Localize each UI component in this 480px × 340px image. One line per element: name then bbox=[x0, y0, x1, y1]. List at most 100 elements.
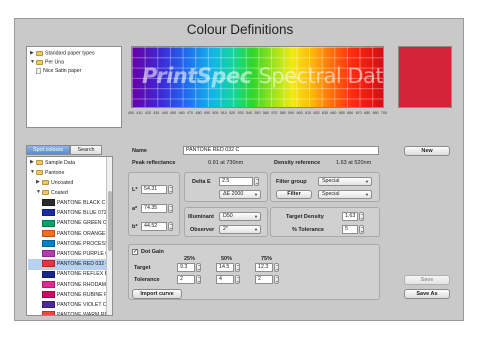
tolerance-75-field[interactable]: 2 bbox=[255, 275, 273, 284]
tolerance-50-stepper[interactable] bbox=[235, 275, 240, 284]
tab-spot-colours[interactable]: Spot colours bbox=[26, 145, 70, 155]
b-star-label: b* bbox=[132, 224, 138, 230]
save-as-button[interactable]: Save As bbox=[404, 289, 450, 299]
wavelength-tick: 560 bbox=[262, 111, 269, 115]
dropdown-arrow-icon: ▼ bbox=[365, 192, 369, 197]
observer-label: Observer bbox=[190, 227, 215, 233]
filter-button[interactable]: Filter bbox=[276, 190, 312, 199]
a-star-field[interactable]: 74.35 bbox=[141, 204, 167, 213]
wavelength-tick: 460 bbox=[178, 111, 185, 115]
target-25-field[interactable]: 9.3 bbox=[177, 263, 195, 272]
folder-icon bbox=[42, 190, 49, 195]
target-75-stepper[interactable] bbox=[274, 263, 279, 272]
wavelength-tick: 420 bbox=[144, 111, 151, 115]
l-star-stepper[interactable] bbox=[168, 185, 173, 194]
window-title: Colour Definitions bbox=[186, 22, 294, 37]
target-density-label: Target Density bbox=[286, 214, 324, 220]
tolerance-75-stepper[interactable] bbox=[274, 275, 279, 284]
dot-gain-checkbox[interactable]: ✓ bbox=[132, 249, 138, 255]
b-star-stepper[interactable] bbox=[168, 222, 173, 231]
colour-label: PANTONE VIOLET C bbox=[57, 302, 107, 308]
folder-icon bbox=[36, 170, 43, 175]
colour-swatch bbox=[42, 260, 55, 268]
target-25-stepper[interactable] bbox=[196, 263, 201, 272]
wavelength-tick: 430 bbox=[153, 111, 160, 115]
target-50-field[interactable]: 14.5 bbox=[216, 263, 234, 272]
wavelength-tick: 580 bbox=[279, 111, 286, 115]
filter-select[interactable]: Special ▼ bbox=[318, 190, 372, 199]
tree-item-standard-paper-types[interactable]: ▶ Standard paper types bbox=[30, 49, 95, 57]
wavelength-tick: 570 bbox=[271, 111, 278, 115]
wavelength-tick: 630 bbox=[321, 111, 328, 115]
peak-reflectance-label: Peak reflectance bbox=[132, 160, 176, 166]
target-density-stepper[interactable] bbox=[359, 212, 364, 221]
colour-label: PANTONE RUBINE RED C bbox=[57, 291, 112, 298]
wavelength-tick: 590 bbox=[288, 111, 295, 115]
tab-search[interactable]: Search bbox=[70, 145, 102, 155]
dropdown-arrow-icon: ▼ bbox=[254, 192, 258, 197]
observer-select[interactable]: 2° ▼ bbox=[219, 225, 261, 234]
percent-tolerance-label: % Tolerance bbox=[292, 227, 324, 233]
wavelength-tick: 530 bbox=[237, 111, 244, 115]
scrollbar-thumb[interactable] bbox=[108, 191, 112, 251]
wavelength-tick: 470 bbox=[187, 111, 194, 115]
new-button[interactable]: New bbox=[404, 146, 450, 156]
dropdown-arrow-icon: ▼ bbox=[254, 214, 258, 219]
list-scrollbar[interactable] bbox=[106, 157, 112, 315]
colour-swatch bbox=[42, 199, 55, 207]
b-star-field[interactable]: 44.52 bbox=[141, 222, 167, 231]
percent-tolerance-field[interactable]: 5 bbox=[342, 225, 358, 234]
tree-item-nice-satin-paper[interactable]: Nice Satin paper bbox=[36, 67, 81, 75]
filter-group-label: Filter group bbox=[276, 179, 307, 185]
colour-swatch bbox=[42, 219, 55, 227]
folder-icon bbox=[36, 59, 43, 65]
target-label: Target bbox=[134, 265, 151, 271]
percent-tolerance-stepper[interactable] bbox=[359, 225, 364, 234]
name-field[interactable]: PANTONE RED 032 C bbox=[183, 146, 379, 155]
delta-e-method-select[interactable]: ΔE 2000 ▼ bbox=[219, 190, 261, 199]
colour-label: PANTONE ORANGE 021 C bbox=[57, 230, 112, 237]
wavelength-tick: 480 bbox=[195, 111, 202, 115]
wavelength-tick: 490 bbox=[203, 111, 210, 115]
save-button[interactable]: Save bbox=[404, 275, 450, 285]
wavelength-tick: 600 bbox=[296, 111, 303, 115]
import-curve-button[interactable]: Import curve bbox=[132, 289, 182, 299]
illuminant-select[interactable]: D50 ▼ bbox=[219, 212, 261, 221]
tree-item-coated[interactable]: ▼ Coated bbox=[28, 187, 106, 198]
colour-library-list[interactable]: ▶ Sample Data ▼ Pantone ▶ Uncoated ▼ Coated … bbox=[26, 156, 113, 316]
target-50-stepper[interactable] bbox=[235, 263, 240, 272]
colour-label: PANTONE RHODAMINE RED C bbox=[57, 281, 113, 288]
folder-icon bbox=[36, 160, 43, 165]
colour-list-item[interactable]: PANTONE WARM RED C bbox=[28, 310, 112, 315]
target-density-field[interactable]: 1.63 bbox=[342, 212, 358, 221]
l-star-field[interactable]: 54.31 bbox=[141, 185, 167, 194]
wavelength-tick: 700 bbox=[381, 111, 387, 115]
density-reference-label: Density reference bbox=[274, 160, 321, 166]
wavelength-axis: 400 410 420 430 440 450 460 470 480 490 500 510 520 5… bbox=[128, 111, 387, 117]
wavelength-tick: 410 bbox=[136, 111, 143, 115]
colour-swatch bbox=[42, 209, 55, 217]
colour-swatch bbox=[42, 239, 55, 247]
paper-type-tree[interactable]: ▶ Standard paper types ▼ Per Una Nice Sati… bbox=[26, 46, 122, 128]
tolerance-25-stepper[interactable] bbox=[196, 275, 201, 284]
target-75-field[interactable]: 12.3 bbox=[255, 263, 273, 272]
spectral-data-graph: PrintSpec Spectral Data bbox=[131, 46, 384, 108]
colour-label: PANTONE WARM RED C bbox=[57, 312, 113, 316]
delta-e-stepper[interactable] bbox=[254, 177, 259, 186]
a-star-stepper[interactable] bbox=[168, 204, 173, 213]
colour-preview-swatch bbox=[398, 46, 452, 108]
delta-e-field[interactable]: 2.5 bbox=[219, 177, 253, 186]
colour-label: PANTONE GREEN C bbox=[57, 220, 107, 227]
tolerance-25-field[interactable]: 2 bbox=[177, 275, 195, 284]
wavelength-tick: 690 bbox=[372, 111, 379, 115]
colour-label: PANTONE PURPLE C bbox=[57, 251, 109, 257]
colour-swatch bbox=[42, 290, 55, 298]
folder-icon bbox=[42, 180, 49, 185]
filter-group-select[interactable]: Special ▼ bbox=[318, 177, 372, 186]
wavelength-tick: 650 bbox=[338, 111, 345, 115]
illuminant-label: Illuminant bbox=[188, 214, 214, 220]
dot-gain-col-25: 25% bbox=[184, 256, 196, 262]
tolerance-50-field[interactable]: 4 bbox=[216, 275, 234, 284]
printspec-watermark: PrintSpec Spectral Data bbox=[142, 64, 384, 88]
tree-item-per-una[interactable]: ▼ Per Una bbox=[30, 58, 64, 66]
